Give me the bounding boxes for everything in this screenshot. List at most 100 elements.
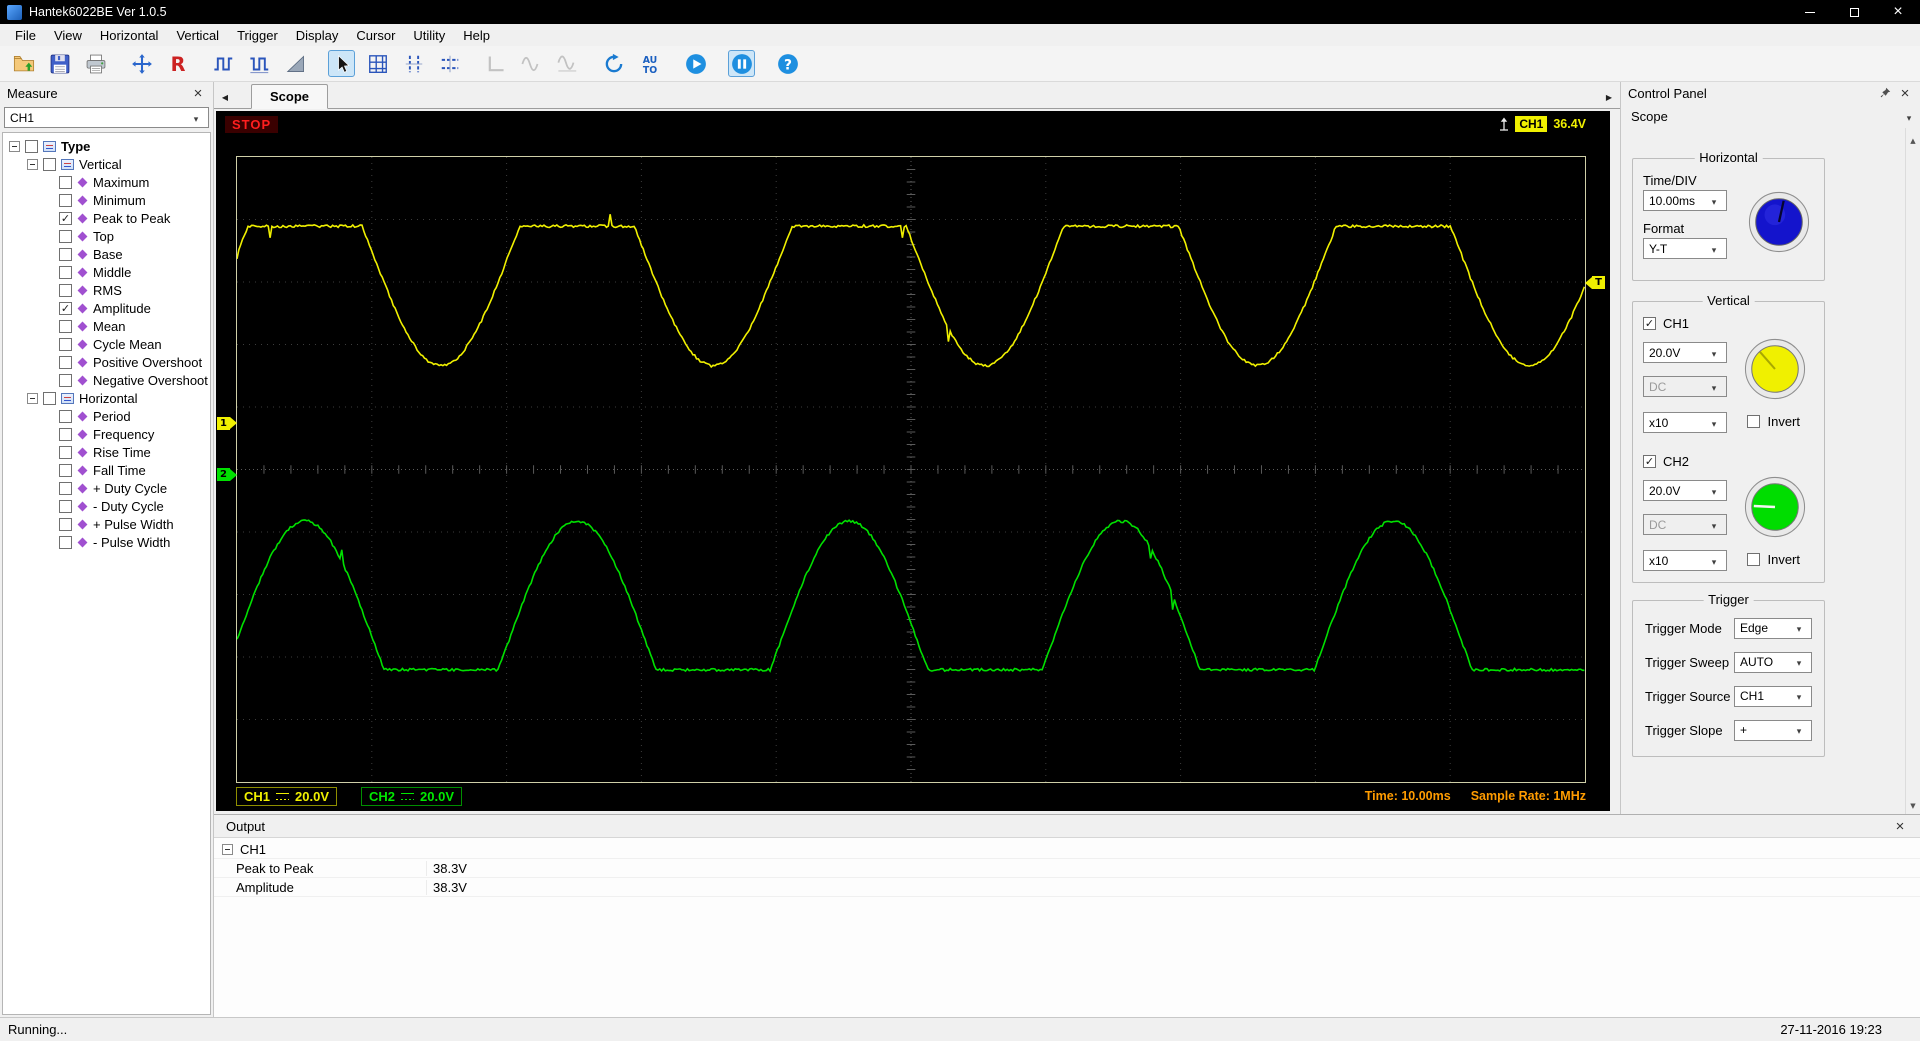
waveform-mode-1-icon[interactable]: [210, 50, 237, 77]
menu-view[interactable]: View: [45, 26, 91, 45]
tree-item[interactable]: + Duty Cycle: [3, 479, 210, 497]
tree-item[interactable]: - Pulse Width: [3, 533, 210, 551]
checkbox[interactable]: [59, 427, 72, 441]
tree-item[interactable]: Minimum: [3, 191, 210, 209]
tree-item[interactable]: Base: [3, 245, 210, 263]
time-div-select[interactable]: 10.00ms: [1643, 190, 1727, 211]
checkbox[interactable]: [59, 175, 72, 189]
tab-scope[interactable]: Scope: [251, 84, 329, 109]
ch1-checkbox[interactable]: [1643, 317, 1656, 330]
measure-channel-select[interactable]: CH1: [4, 107, 209, 128]
checkbox[interactable]: [59, 229, 72, 243]
pause-icon[interactable]: [728, 50, 755, 77]
ramp-icon[interactable]: [282, 50, 309, 77]
trigger-mode-select[interactable]: Edge: [1734, 617, 1812, 639]
control-panel-scrollbar[interactable]: [1905, 128, 1920, 814]
menu-utility[interactable]: Utility: [404, 26, 454, 45]
checkbox[interactable]: [59, 247, 72, 261]
ch2-volts-knob[interactable]: [1744, 476, 1806, 538]
checkbox[interactable]: [59, 211, 72, 225]
ch1-enable[interactable]: CH1: [1643, 316, 1814, 331]
tree-item[interactable]: RMS: [3, 281, 210, 299]
print-icon[interactable]: [82, 50, 109, 77]
save-icon[interactable]: [46, 50, 73, 77]
collapse-icon[interactable]: [27, 158, 38, 170]
time-div-knob[interactable]: [1748, 191, 1810, 253]
refresh-icon[interactable]: [600, 50, 627, 77]
cursor-select-icon[interactable]: [328, 50, 355, 77]
menu-display[interactable]: Display: [287, 26, 348, 45]
ch1-volts-select[interactable]: 20.0V: [1643, 342, 1727, 363]
minimize-button[interactable]: [1788, 0, 1832, 24]
menu-vertical[interactable]: Vertical: [167, 26, 228, 45]
pan-move-icon[interactable]: [128, 50, 155, 77]
ch1-probe-select[interactable]: x10: [1643, 412, 1727, 433]
tree-item[interactable]: + Pulse Width: [3, 515, 210, 533]
menu-cursor[interactable]: Cursor: [347, 26, 404, 45]
ch2-zero-marker[interactable]: 2: [217, 468, 237, 482]
format-select[interactable]: Y-T: [1643, 238, 1727, 259]
ch1-invert-checkbox[interactable]: [1747, 415, 1761, 428]
menu-horizontal[interactable]: Horizontal: [91, 26, 168, 45]
checkbox[interactable]: [59, 517, 72, 531]
menu-file[interactable]: File: [6, 26, 45, 45]
ch2-enable[interactable]: CH2: [1643, 454, 1814, 469]
checkbox[interactable]: [59, 283, 72, 297]
output-group-ch1[interactable]: CH1: [214, 840, 1920, 859]
checkbox[interactable]: [59, 499, 72, 513]
tree-item[interactable]: Frequency: [3, 425, 210, 443]
checkbox[interactable]: [59, 463, 72, 477]
tree-item[interactable]: Rise Time: [3, 443, 210, 461]
checkbox[interactable]: [59, 535, 72, 549]
tree-root[interactable]: Type: [3, 137, 210, 155]
help-icon[interactable]: ?: [774, 50, 801, 77]
tree-group-horizontal[interactable]: Horizontal: [3, 389, 210, 407]
tree-item[interactable]: Period: [3, 407, 210, 425]
output-close-icon[interactable]: [1892, 818, 1908, 835]
ch1-zero-marker[interactable]: 1: [217, 416, 237, 430]
checkbox[interactable]: [59, 445, 72, 459]
tree-item[interactable]: Positive Overshoot: [3, 353, 210, 371]
checkbox[interactable]: [59, 319, 72, 333]
ch2-volts-select[interactable]: 20.0V: [1643, 480, 1727, 501]
tree-item[interactable]: Peak to Peak: [3, 209, 210, 227]
corner-measure-icon[interactable]: [482, 50, 509, 77]
open-icon[interactable]: [10, 50, 37, 77]
menu-help[interactable]: Help: [454, 26, 499, 45]
tree-item[interactable]: Mean: [3, 317, 210, 335]
ch1-coupling-select[interactable]: DC: [1643, 376, 1727, 397]
menu-trigger[interactable]: Trigger: [228, 26, 287, 45]
tree-item[interactable]: Cycle Mean: [3, 335, 210, 353]
tree-item[interactable]: Maximum: [3, 173, 210, 191]
checkbox[interactable]: [25, 139, 38, 153]
checkbox[interactable]: [43, 157, 56, 171]
trigger-level-marker[interactable]: T: [1585, 276, 1605, 290]
close-button[interactable]: [1876, 0, 1920, 24]
checkbox[interactable]: [59, 355, 72, 369]
grid-display-icon[interactable]: [364, 50, 391, 77]
control-panel-close-icon[interactable]: [1897, 85, 1913, 102]
vertical-cursors-icon[interactable]: [400, 50, 427, 77]
collapse-icon[interactable]: [9, 140, 20, 152]
tree-item[interactable]: Fall Time: [3, 461, 210, 479]
tree-item[interactable]: Top: [3, 227, 210, 245]
ch2-coupling-select[interactable]: DC: [1643, 514, 1727, 535]
trigger-sweep-select[interactable]: AUTO: [1734, 651, 1812, 673]
sine-baseline-icon[interactable]: [554, 50, 581, 77]
trigger-source-select[interactable]: CH1: [1734, 685, 1812, 707]
waveform-mode-2-icon[interactable]: [246, 50, 273, 77]
checkbox[interactable]: [59, 265, 72, 279]
ch2-checkbox[interactable]: [1643, 455, 1656, 468]
autoset-icon[interactable]: AU TO: [636, 50, 663, 77]
tree-item[interactable]: Negative Overshoot: [3, 371, 210, 389]
tree-item[interactable]: Middle: [3, 263, 210, 281]
ch2-invert[interactable]: Invert: [1747, 552, 1800, 567]
trigger-slope-select[interactable]: +: [1734, 719, 1812, 741]
ch2-invert-checkbox[interactable]: [1747, 553, 1761, 566]
ch2-probe-select[interactable]: x10: [1643, 550, 1727, 571]
tree-group-vertical[interactable]: Vertical: [3, 155, 210, 173]
collapse-icon[interactable]: [222, 843, 233, 855]
tree-item[interactable]: - Duty Cycle: [3, 497, 210, 515]
restore-button[interactable]: [1832, 0, 1876, 24]
measure-close-icon[interactable]: [190, 85, 206, 102]
